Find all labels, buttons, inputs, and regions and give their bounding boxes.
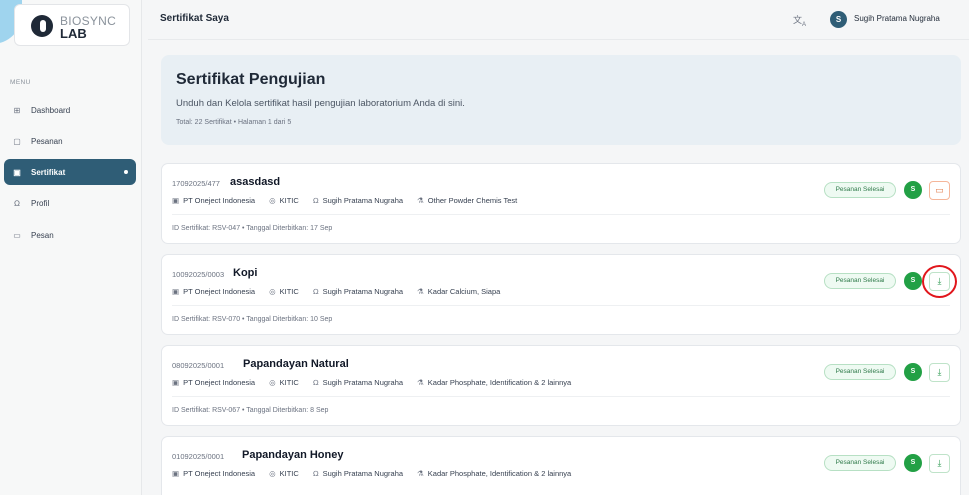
logo-mark-icon: [31, 15, 53, 37]
download-icon: ⤓: [937, 367, 942, 377]
status-badge: Pesanan Selesai: [824, 182, 896, 198]
hero-subtitle: Unduh dan Kelola sertifikat hasil penguj…: [176, 98, 465, 109]
flask-icon: ⚗: [417, 469, 424, 478]
company-name: PT Oneject Indonesia: [183, 287, 256, 296]
location-icon: ◎: [269, 469, 276, 478]
avatar[interactable]: S: [830, 11, 847, 28]
certificate-card[interactable]: 01092025/0001 Papandayan Honey ▣ PT Oneje…: [161, 436, 961, 495]
person-icon: Ω: [312, 469, 319, 478]
status-badge: Pesanan Selesai: [824, 364, 896, 380]
page-title: Sertifikat Saya: [160, 13, 229, 24]
person-name: Sugih Pratama Nugraha: [322, 287, 404, 296]
chat-icon: ▭: [935, 185, 944, 195]
certificate-footer: ID Sertifikat: RSV-070 • Tanggal Diterbi…: [172, 316, 333, 323]
company-name: PT Oneject Indonesia: [183, 469, 256, 478]
flask-icon: ⚗: [417, 287, 424, 296]
certificate-name: asasdasd: [230, 176, 281, 188]
certificate-meta: ▣ PT Oneject Indonesia ◎ KITIC Ω Sugih Prat…: [172, 469, 585, 478]
location-icon: ◎: [269, 196, 276, 205]
avatar: S: [904, 363, 922, 381]
hero-title: Sertifikat Pengujian: [176, 71, 326, 88]
chat-button[interactable]: ▭: [929, 181, 950, 200]
certificate-card[interactable]: 10092025/0003 Kopi ▣ PT Oneject Indonesia…: [161, 254, 961, 335]
certificate-meta: ▣ PT Oneject Indonesia ◎ KITIC Ω Sugih Prat…: [172, 287, 514, 296]
divider: [172, 214, 950, 215]
test-name: Other Powder Chemis Test: [427, 196, 518, 205]
avatar: S: [904, 272, 922, 290]
location-name: KITIC: [279, 196, 299, 205]
certificate-code: 17092025/477: [172, 179, 220, 188]
certificate-name: Papandayan Honey: [242, 449, 344, 461]
download-icon: ⤓: [937, 458, 942, 468]
sidebar-item-profil[interactable]: Ω Profil: [4, 190, 136, 216]
company-icon: ▣: [172, 196, 180, 205]
company-icon: ▣: [172, 469, 180, 478]
flask-icon: ⚗: [417, 196, 424, 205]
location-icon: ◎: [269, 378, 276, 387]
message-icon: ▭: [13, 230, 21, 240]
user-icon: Ω: [13, 198, 21, 208]
calendar-icon: ▢: [13, 136, 21, 146]
location-name: KITIC: [279, 378, 299, 387]
person-name: Sugih Pratama Nugraha: [322, 378, 404, 387]
company-icon: ▣: [172, 287, 180, 296]
test-name: Kadar Phosphate, Identification & 2 lain…: [427, 378, 572, 387]
sidebar-item-sertifikat[interactable]: ▣ Sertifikat: [4, 159, 136, 185]
active-indicator: [124, 170, 128, 174]
person-icon: Ω: [312, 196, 319, 205]
certificate-code: 10092025/0003: [172, 270, 225, 279]
grid-icon: ⊞: [13, 105, 21, 115]
brand-line2: LAB: [60, 26, 87, 41]
certificate-meta: ▣ PT Oneject Indonesia ◎ KITIC Ω Sugih Prat…: [172, 378, 585, 387]
highlight-annotation: [922, 265, 957, 298]
download-button[interactable]: ⤓: [929, 363, 950, 382]
certificate-icon: ▣: [13, 167, 21, 177]
certificate-footer: ID Sertifikat: RSV-067 • Tanggal Diterbi…: [172, 407, 329, 414]
location-name: KITIC: [279, 469, 299, 478]
status-badge: Pesanan Selesai: [824, 273, 896, 289]
sidebar-item-label: Dashboard: [31, 105, 71, 115]
sidebar-item-label: Pesanan: [31, 136, 63, 146]
hero-banner: Sertifikat Pengujian Unduh dan Kelola se…: [161, 55, 961, 145]
brand-logo[interactable]: BIOSYNC LAB: [14, 4, 130, 46]
sidebar-item-label: Profil: [31, 198, 50, 208]
test-name: Kadar Phosphate, Identification & 2 lain…: [427, 469, 572, 478]
certificate-code: 01092025/0001: [172, 452, 225, 461]
avatar: S: [904, 454, 922, 472]
test-name: Kadar Calcium, Siapa: [427, 287, 501, 296]
certificate-code: 08092025/0001: [172, 361, 225, 370]
status-badge: Pesanan Selesai: [824, 455, 896, 471]
sidebar-item-label: Sertifikat: [31, 167, 66, 177]
translate-icon[interactable]: 文A: [793, 13, 806, 28]
sidebar-item-label: Pesan: [31, 230, 54, 240]
topbar: Sertifikat Saya 文A S Sugih Pratama Nugra…: [148, 0, 969, 40]
divider: [172, 305, 950, 306]
certificate-name: Papandayan Natural: [243, 358, 349, 370]
company-icon: ▣: [172, 378, 180, 387]
menu-label: MENU: [10, 79, 31, 86]
person-icon: Ω: [312, 287, 319, 296]
person-name: Sugih Pratama Nugraha: [322, 196, 404, 205]
flask-icon: ⚗: [417, 378, 424, 387]
location-icon: ◎: [269, 287, 276, 296]
person-icon: Ω: [312, 378, 319, 387]
person-name: Sugih Pratama Nugraha: [322, 469, 404, 478]
company-name: PT Oneject Indonesia: [183, 378, 256, 387]
sidebar-item-dashboard[interactable]: ⊞ Dashboard: [4, 97, 136, 123]
location-name: KITIC: [279, 287, 299, 296]
certificate-card[interactable]: 08092025/0001 Papandayan Natural ▣ PT One…: [161, 345, 961, 426]
sidebar-item-pesanan[interactable]: ▢ Pesanan: [4, 128, 136, 154]
certificate-card[interactable]: 17092025/477 asasdasd ▣ PT Oneject Indone…: [161, 163, 961, 244]
user-name[interactable]: Sugih Pratama Nugraha: [854, 14, 940, 23]
certificate-meta: ▣ PT Oneject Indonesia ◎ KITIC Ω Sugih Prat…: [172, 196, 531, 205]
sidebar-item-pesan[interactable]: ▭ Pesan: [4, 222, 136, 248]
hero-stats: Total: 22 Sertifikat • Halaman 1 dari 5: [176, 119, 292, 126]
company-name: PT Oneject Indonesia: [183, 196, 256, 205]
avatar: S: [904, 181, 922, 199]
download-button[interactable]: ⤓: [929, 454, 950, 473]
certificate-name: Kopi: [233, 267, 258, 279]
divider: [172, 396, 950, 397]
certificate-footer: ID Sertifikat: RSV-047 • Tanggal Diterbi…: [172, 225, 333, 232]
sidebar: BIOSYNC LAB MENU ⊞ Dashboard ▢ Pesanan ▣…: [0, 0, 142, 495]
